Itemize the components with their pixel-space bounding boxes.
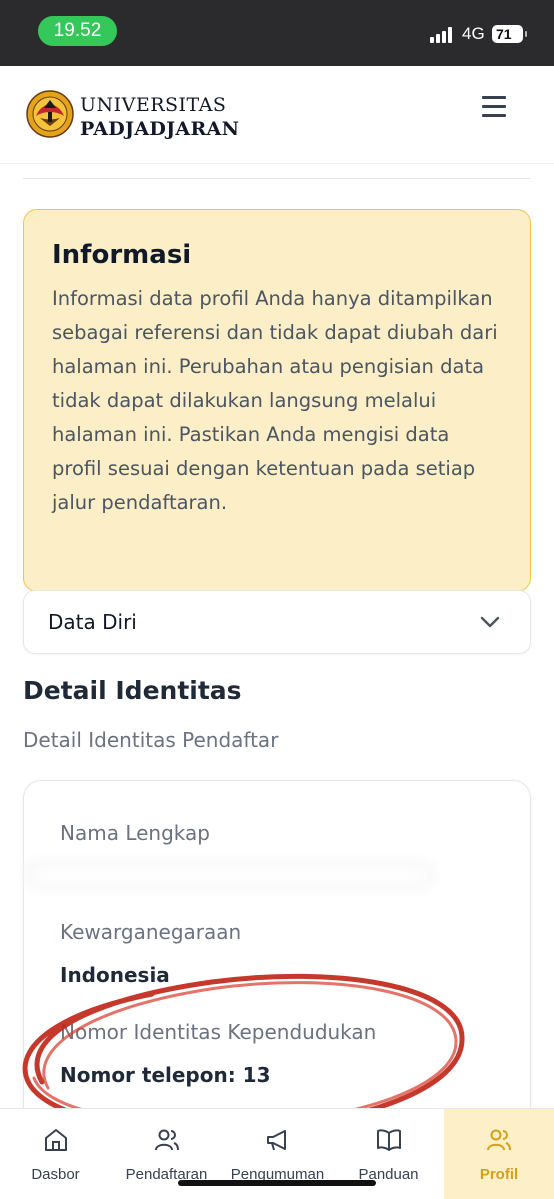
section-title: Detail Identitas: [23, 676, 242, 705]
info-alert: Informasi Informasi data profil Anda han…: [23, 209, 531, 592]
nik-label: Nomor Identitas Kependudukan: [60, 1020, 377, 1044]
redacted-name: [24, 862, 434, 888]
network-type: 4G: [462, 24, 485, 43]
nav-label: Profil: [479, 1166, 519, 1183]
info-body: Informasi data profil Anda hanya ditampi…: [52, 287, 498, 514]
users-icon: [154, 1129, 179, 1151]
university-logo-icon[interactable]: [26, 90, 74, 138]
home-indicator: [178, 1180, 376, 1186]
status-bar: 19.52 4G 71: [0, 0, 554, 66]
divider: [23, 178, 531, 179]
nav-profil[interactable]: Profil: [444, 1109, 554, 1199]
megaphone-icon: [266, 1130, 286, 1151]
redacted-number: [276, 1062, 496, 1088]
university-name: UNIVERSITAS PADJADJARAN: [80, 93, 239, 141]
name-label: Nama Lengkap: [60, 821, 210, 845]
status-time: 19.52: [38, 16, 117, 46]
nav-dasbor[interactable]: Dasbor: [0, 1109, 111, 1199]
info-title: Informasi: [52, 240, 192, 270]
chevron-down-icon: [480, 616, 500, 628]
section-subtitle: Detail Identitas Pendaftar: [23, 728, 279, 752]
citizenship-label: Kewarganegaraan: [60, 920, 242, 944]
nik-value: Nomor telepon: 13: [60, 1063, 271, 1087]
logo-line-1: UNIVERSITAS: [80, 94, 227, 116]
citizenship-value: Indonesia: [60, 963, 170, 987]
accordion-label: Data Diri: [48, 610, 137, 634]
logo-line-2: PADJADJARAN: [80, 118, 240, 140]
signal-icon: [430, 26, 456, 43]
battery-icon: 71: [492, 25, 527, 43]
hamburger-menu-icon[interactable]: [482, 96, 508, 118]
data-diri-accordion[interactable]: Data Diri: [23, 590, 531, 654]
app-header: UNIVERSITAS PADJADJARAN: [0, 66, 554, 164]
book-icon: [376, 1129, 401, 1151]
users-icon: [487, 1129, 511, 1151]
nav-label: Dasbor: [31, 1166, 80, 1183]
home-icon: [44, 1129, 67, 1151]
